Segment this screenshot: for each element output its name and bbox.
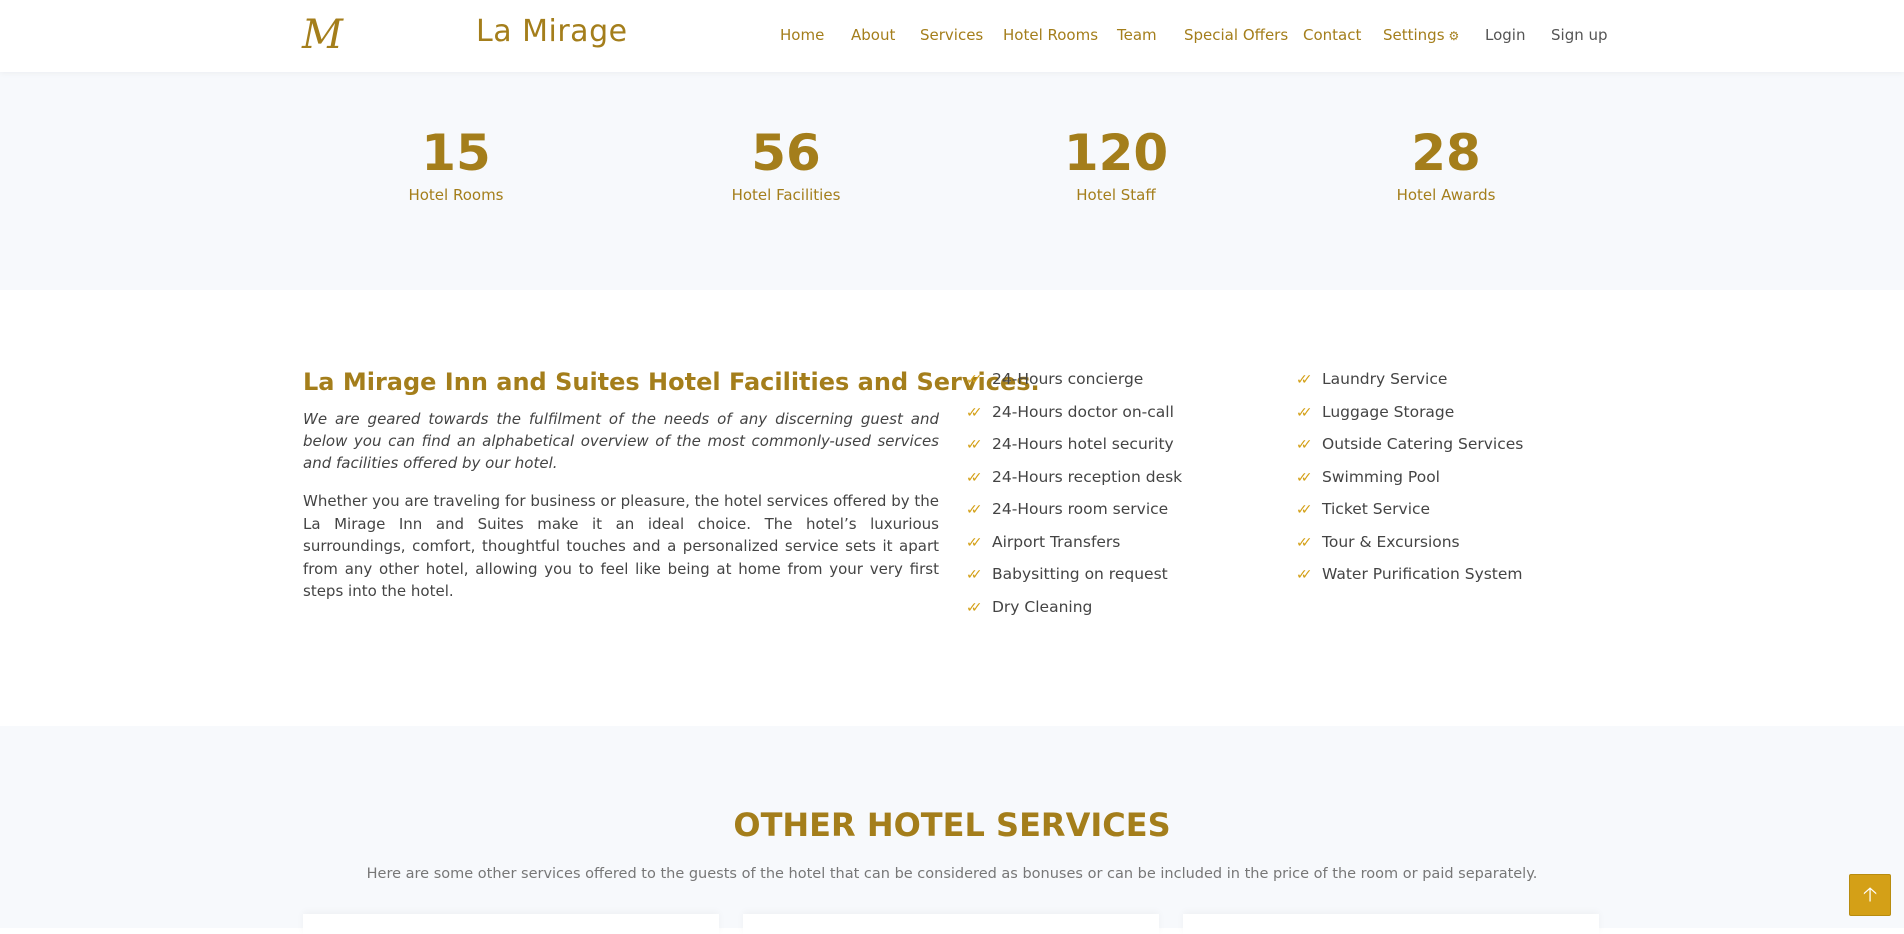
double-check-icon: ✓✓ bbox=[1296, 372, 1313, 388]
list-item: ✓✓ Tour & Excursions bbox=[1296, 533, 1523, 566]
stat-hotel-staff: 120 Hotel Staff bbox=[986, 128, 1246, 204]
list-item-label: Swimming Pool bbox=[1322, 467, 1440, 486]
list-item-label: Babysitting on request bbox=[992, 565, 1168, 583]
nav-hotel-rooms[interactable]: Hotel Rooms bbox=[1003, 26, 1098, 44]
list-item-label: Outside Catering Services bbox=[1322, 435, 1524, 453]
stat-hotel-rooms: 15 Hotel Rooms bbox=[326, 128, 586, 204]
double-check-icon: ✓✓ bbox=[966, 404, 983, 421]
list-item-label: Dry Cleaning bbox=[992, 597, 1093, 616]
list-item: ✓✓ Water Purification System bbox=[1296, 565, 1523, 598]
facilities-intro: We are geared towards the fulfilment of … bbox=[303, 410, 939, 472]
facilities-title: La Mirage Inn and Suites Hotel Facilitie… bbox=[303, 368, 1040, 396]
stat-value: 28 bbox=[1411, 124, 1481, 182]
arrow-up-icon: 🡡 bbox=[1862, 882, 1878, 906]
list-item-label: 24-Hours hotel security bbox=[992, 435, 1174, 453]
stat-hotel-awards: 28 Hotel Awards bbox=[1316, 128, 1576, 204]
double-check-icon: ✓✓ bbox=[966, 599, 983, 616]
double-check-icon: ✓✓ bbox=[1296, 502, 1313, 518]
list-item-label: 24-Hours reception desk bbox=[992, 467, 1183, 486]
double-check-icon: ✓✓ bbox=[966, 437, 983, 453]
list-item: ✓✓ Dry Cleaning bbox=[966, 598, 1182, 631]
nav-team[interactable]: Team bbox=[1117, 26, 1157, 44]
service-card[interactable] bbox=[303, 914, 719, 934]
other-services-subtitle: Here are some other services offered to … bbox=[366, 866, 1538, 882]
list-item: ✓✓ 24-Hours room service bbox=[966, 500, 1182, 533]
nav-special-offers[interactable]: Special Offers bbox=[1184, 26, 1288, 44]
list-item: ✓✓ Ticket Service bbox=[1296, 500, 1523, 533]
list-item: ✓✓ Babysitting on request bbox=[966, 565, 1182, 598]
double-check-icon: ✓✓ bbox=[1296, 567, 1313, 583]
list-item-label: Airport Transfers bbox=[992, 532, 1121, 551]
stat-value: 15 bbox=[421, 124, 491, 182]
list-item: ✓✓ Airport Transfers bbox=[966, 533, 1182, 566]
gears-icon: ⚙ bbox=[1448, 29, 1460, 43]
logo[interactable]: M bbox=[302, 12, 343, 58]
nav-settings[interactable]: Settings ⚙ bbox=[1383, 26, 1459, 44]
list-item: ✓✓ Laundry Service bbox=[1296, 370, 1523, 403]
double-check-icon: ✓✓ bbox=[966, 502, 983, 518]
service-card[interactable] bbox=[1183, 914, 1599, 934]
nav-sign-up[interactable]: Sign up bbox=[1551, 26, 1608, 44]
nav-services[interactable]: Services bbox=[920, 26, 983, 44]
list-item: ✓✓ 24-Hours reception desk bbox=[966, 468, 1182, 501]
double-check-icon: ✓✓ bbox=[1296, 534, 1313, 551]
stat-label: Hotel Awards bbox=[1396, 186, 1496, 204]
double-check-icon: ✓✓ bbox=[966, 567, 983, 583]
list-item-label: Water Purification System bbox=[1322, 565, 1523, 583]
stat-label: Hotel Facilities bbox=[731, 186, 841, 204]
stat-label: Hotel Rooms bbox=[408, 186, 504, 204]
double-check-icon: ✓✓ bbox=[1296, 404, 1313, 421]
double-check-icon: ✓✓ bbox=[966, 469, 983, 486]
nav-home[interactable]: Home bbox=[780, 26, 824, 44]
facilities-body: Whether you are traveling for business o… bbox=[303, 492, 939, 600]
list-item-label: Tour & Excursions bbox=[1322, 532, 1460, 551]
stat-value: 56 bbox=[751, 124, 821, 182]
brand-name[interactable]: La Mirage bbox=[476, 14, 628, 49]
double-check-icon: ✓✓ bbox=[1296, 437, 1313, 453]
double-check-icon: ✓✓ bbox=[966, 534, 983, 551]
stats-section: 15 Hotel Rooms 56 Hotel Facilities 120 H… bbox=[0, 72, 1904, 290]
other-services-title: OTHER HOTEL SERVICES bbox=[733, 806, 1171, 844]
list-item-label: Luggage Storage bbox=[1322, 402, 1455, 421]
list-item: ✓✓ Swimming Pool bbox=[1296, 468, 1523, 501]
list-item: ✓✓ 24-Hours doctor on-call bbox=[966, 403, 1182, 436]
nav-login[interactable]: Login bbox=[1485, 26, 1525, 44]
stat-value: 120 bbox=[1063, 124, 1169, 182]
nav-settings-label: Settings bbox=[1383, 26, 1445, 44]
list-item-label: Ticket Service bbox=[1322, 500, 1431, 518]
nav-contact[interactable]: Contact bbox=[1303, 26, 1361, 44]
list-item-label: 24-Hours concierge bbox=[992, 370, 1144, 388]
service-card[interactable] bbox=[743, 914, 1159, 934]
back-to-top-button[interactable]: 🡡 bbox=[1849, 874, 1891, 916]
list-item: ✓✓ Luggage Storage bbox=[1296, 403, 1523, 436]
list-item: ✓✓ Outside Catering Services bbox=[1296, 435, 1523, 468]
services-list-right: ✓✓ Laundry Service ✓✓ Luggage Storage ✓✓ Ou… bbox=[1296, 370, 1523, 598]
main-nav: Home About Services Hotel Rooms Team Spe… bbox=[780, 26, 1608, 46]
nav-about[interactable]: About bbox=[851, 26, 895, 44]
other-services-section: OTHER HOTEL SERVICES Here are some other… bbox=[0, 726, 1904, 934]
list-item: ✓✓ 24-Hours hotel security bbox=[966, 435, 1182, 468]
list-item-label: 24-Hours room service bbox=[992, 500, 1169, 518]
list-item-label: 24-Hours doctor on-call bbox=[992, 402, 1174, 421]
list-item-label: Laundry Service bbox=[1322, 370, 1448, 388]
site-header: M La Mirage Home About Services Hotel Ro… bbox=[0, 0, 1904, 72]
services-list-left: ✓✓ 24-Hours concierge ✓✓ 24-Hours doctor o… bbox=[966, 370, 1182, 630]
double-check-icon: ✓✓ bbox=[966, 372, 983, 388]
double-check-icon: ✓✓ bbox=[1296, 469, 1313, 486]
stat-label: Hotel Staff bbox=[1076, 186, 1156, 204]
list-item: ✓✓ 24-Hours concierge bbox=[966, 370, 1182, 403]
stat-hotel-facilities: 56 Hotel Facilities bbox=[656, 128, 916, 204]
